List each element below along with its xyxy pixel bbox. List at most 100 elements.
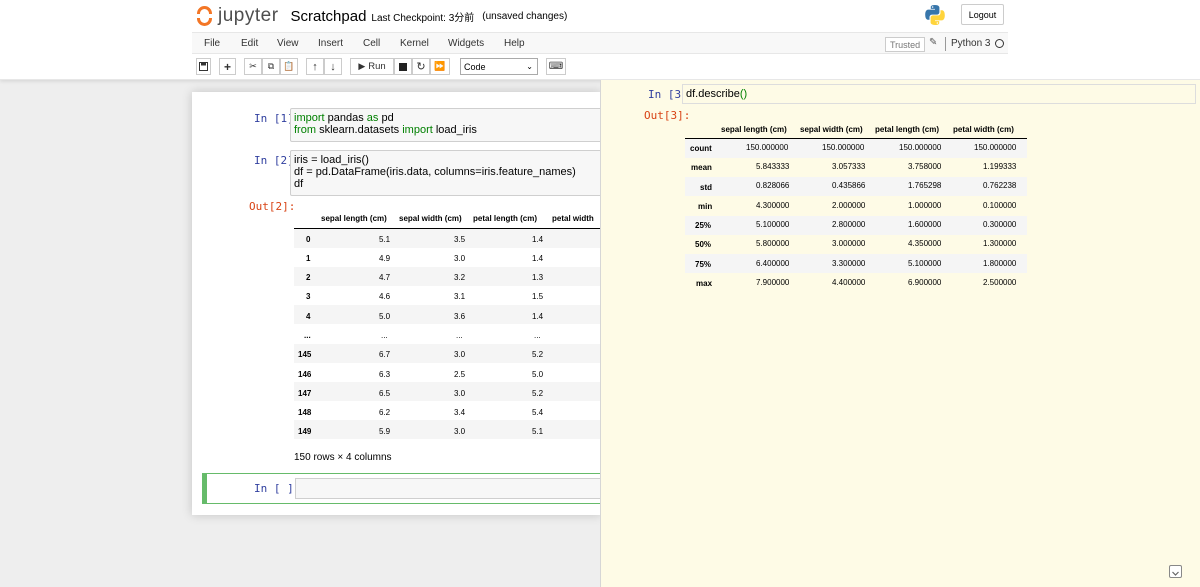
describe-cell: 0.435866 [832, 181, 866, 190]
describe-cell: 4.350000 [908, 239, 942, 248]
stop-icon [399, 62, 407, 71]
plus-icon: + [223, 59, 231, 74]
kernel-name[interactable]: Python 3 [951, 38, 990, 49]
save-button[interactable] [196, 58, 211, 75]
notebook-title[interactable]: Scratchpad [291, 8, 367, 25]
checkpoint-status: Last Checkpoint: 3分前 [371, 12, 475, 24]
cut-button[interactable]: ✂ [244, 58, 262, 75]
menu-edit[interactable]: Edit [241, 38, 258, 49]
df-row-bg [294, 229, 601, 248]
df-row-index: ... [304, 331, 311, 340]
run-button[interactable]: ▶ Run [350, 58, 394, 75]
cell-type-value: Code [464, 61, 486, 72]
df-cell: 5.0 [379, 312, 391, 321]
df-cell: 6.3 [379, 370, 391, 379]
move-up-button[interactable]: ↑ [306, 58, 324, 75]
menu-kernel[interactable]: Kernel [400, 38, 429, 49]
describe-row-index: min [698, 202, 713, 211]
df-cell: 5.2 [532, 350, 544, 359]
menu-widgets[interactable]: Widgets [448, 38, 484, 49]
df-cell: 5.1 [532, 427, 544, 436]
df-cell: 3.4 [454, 408, 466, 417]
menu-view[interactable]: View [277, 38, 299, 49]
describe-cell: 7.900000 [756, 278, 790, 287]
menu-file[interactable]: File [204, 38, 220, 49]
copy-button[interactable]: ⧉ [262, 58, 280, 75]
df-row-index: 4 [306, 312, 311, 321]
logout-button[interactable]: Logout [961, 4, 1004, 25]
df-row-index: 149 [298, 427, 312, 436]
move-down-button[interactable]: ↓ [324, 58, 342, 75]
jupyter-logo[interactable]: jupyter [196, 4, 279, 28]
describe-cell: 2.800000 [832, 220, 866, 229]
describe-col-sepal-length: sepal length (cm) [721, 125, 787, 134]
copy-icon: ⧉ [267, 61, 275, 71]
arrow-up-icon: ↑ [312, 60, 318, 73]
jupyter-logo-icon [196, 4, 214, 28]
describe-row-index: count [690, 144, 712, 153]
df-cell: ... [534, 331, 541, 340]
describe-cell: 0.828066 [756, 181, 790, 190]
run-label: Run [368, 61, 386, 72]
df-row-bg [294, 382, 601, 401]
cell-1-input[interactable]: import pandas as pd from sklearn.dataset… [290, 108, 601, 142]
selected-empty-cell[interactable]: In [ ]: [202, 473, 601, 504]
trusted-indicator[interactable]: Trusted [885, 37, 926, 52]
df-row-index: 145 [298, 350, 312, 359]
df-cell: 1.4 [532, 312, 544, 321]
menu-help[interactable]: Help [504, 38, 525, 49]
scratch-code-input[interactable]: df.describe() [682, 84, 1196, 104]
notebook-container: In [1]: import pandas as pd from sklearn… [192, 92, 601, 515]
restart-run-all-button[interactable]: ⏩ [430, 58, 450, 75]
empty-cell-input[interactable] [295, 478, 601, 499]
df-cell: 1.4 [532, 254, 544, 263]
df-col-sepal-length: sepal length (cm) [321, 214, 387, 223]
describe-cell: 0.100000 [983, 201, 1017, 210]
dataframe-shape: 150 rows × 4 columns [294, 452, 392, 463]
describe-row-index: mean [691, 163, 712, 172]
df-cell: ... [456, 331, 463, 340]
cell-2-input[interactable]: iris = load_iris() df = pd.DataFrame(iri… [290, 150, 601, 196]
describe-cell: 1.300000 [983, 239, 1017, 248]
fast-forward-icon: ⏩ [434, 61, 446, 71]
menu-cell[interactable]: Cell [363, 38, 380, 49]
df-cell: 3.0 [454, 254, 466, 263]
describe-col-petal-length: petal length (cm) [875, 125, 940, 134]
insert-cell-button[interactable]: + [219, 58, 236, 75]
interrupt-button[interactable] [394, 58, 412, 75]
empty-cell-prompt: In [ ]: [254, 482, 301, 495]
df-cell: 3.0 [454, 350, 466, 359]
describe-cell: 5.100000 [908, 259, 942, 268]
df-cell: 3.5 [454, 235, 466, 244]
describe-cell: 5.843333 [756, 162, 790, 171]
describe-row-index: std [700, 183, 712, 192]
df-cell: 3.1 [454, 292, 466, 301]
df-row-index: 3 [306, 292, 311, 301]
describe-cell: 1.199333 [983, 162, 1017, 171]
scratch-out-prompt: Out[3]: [644, 109, 691, 122]
df-cell: 3.0 [454, 427, 466, 436]
df-cell: 3.0 [454, 389, 466, 398]
df-row-index: 148 [298, 408, 312, 417]
scratchpad-panel: In [3]: df.describe() Out[3]: sepal leng… [600, 80, 1200, 587]
paste-button[interactable]: 📋 [280, 58, 298, 75]
toolbar: + ✂ ⧉ 📋 ↑ ↓ ▶ Run ↻ ⏩ Code ⌄ ⌨ [192, 58, 612, 76]
scratchpad-toggle-icon[interactable] [1169, 565, 1182, 578]
describe-row-index: max [696, 279, 713, 288]
df-cell: 4.7 [379, 273, 391, 282]
df-cell: 5.0 [532, 370, 544, 379]
describe-cell: 4.400000 [832, 278, 866, 287]
play-icon: ▶ [358, 61, 366, 71]
df-cell: 4.9 [379, 254, 391, 263]
df-row-bg [294, 267, 601, 286]
describe-cell: 0.762238 [983, 181, 1017, 190]
describe-cell: 1.600000 [908, 220, 942, 229]
menu-insert[interactable]: Insert [318, 38, 343, 49]
cell-type-select[interactable]: Code ⌄ [460, 58, 538, 75]
command-palette-button[interactable]: ⌨ [546, 58, 566, 75]
df-row-index: 2 [306, 273, 311, 282]
describe-col-sepal-width: sepal width (cm) [800, 125, 863, 134]
describe-cell: 6.400000 [756, 259, 790, 268]
describe-cell: 3.000000 [832, 239, 866, 248]
restart-kernel-button[interactable]: ↻ [412, 58, 430, 75]
